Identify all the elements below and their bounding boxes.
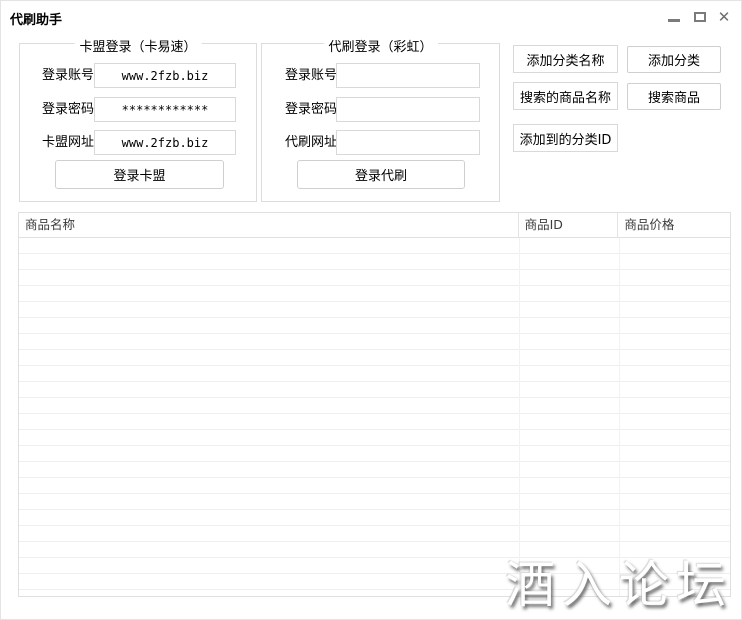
kamen-group-title: 卡盟登录（卡易速） bbox=[74, 36, 201, 55]
table-header: 商品名称 商品ID 商品价格 bbox=[19, 213, 730, 238]
daishua-password-label: 登录密码 bbox=[285, 97, 337, 122]
column-header-product-name[interactable]: 商品名称 bbox=[19, 213, 518, 237]
column-divider bbox=[619, 238, 620, 596]
add-category-name-input[interactable] bbox=[513, 45, 618, 73]
search-product-name-input[interactable] bbox=[513, 82, 618, 110]
daishua-url-label: 代刷网址 bbox=[285, 130, 337, 155]
table-row bbox=[19, 558, 730, 574]
table-row bbox=[19, 398, 730, 414]
daishua-url-input[interactable] bbox=[336, 130, 480, 155]
daishua-account-input[interactable] bbox=[336, 63, 480, 88]
maximize-button[interactable] bbox=[691, 7, 709, 27]
kamen-login-group: 卡盟登录（卡易速） 登录账号 登录密码 卡盟网址 登录卡盟 bbox=[19, 43, 257, 202]
table-row bbox=[19, 446, 730, 462]
table-row bbox=[19, 462, 730, 478]
kamen-account-input[interactable] bbox=[94, 63, 236, 88]
table-row bbox=[19, 334, 730, 350]
minimize-button[interactable] bbox=[665, 7, 683, 27]
table-row bbox=[19, 350, 730, 366]
table-row bbox=[19, 478, 730, 494]
table-row bbox=[19, 526, 730, 542]
table-row bbox=[19, 270, 730, 286]
daishua-login-group: 代刷登录（彩虹） 登录账号 登录密码 代刷网址 登录代刷 bbox=[261, 43, 500, 202]
column-header-product-id[interactable]: 商品ID bbox=[518, 213, 618, 237]
add-category-button[interactable]: 添加分类 bbox=[627, 46, 721, 73]
table-body[interactable] bbox=[19, 238, 730, 596]
table-row bbox=[19, 302, 730, 318]
table-row bbox=[19, 542, 730, 558]
product-table: 商品名称 商品ID 商品价格 bbox=[18, 212, 731, 597]
column-divider bbox=[519, 238, 520, 596]
close-icon: ✕ bbox=[718, 10, 731, 25]
table-row bbox=[19, 590, 730, 596]
kamen-password-input[interactable] bbox=[94, 97, 236, 122]
maximize-icon bbox=[694, 12, 706, 22]
table-row bbox=[19, 366, 730, 382]
table-row bbox=[19, 286, 730, 302]
table-row bbox=[19, 510, 730, 526]
window-title: 代刷助手 bbox=[10, 9, 62, 28]
daishua-login-button[interactable]: 登录代刷 bbox=[297, 160, 465, 189]
table-row bbox=[19, 238, 730, 254]
table-row bbox=[19, 382, 730, 398]
app-window: 代刷助手 ✕ 卡盟登录（卡易速） 登录账号 登录密码 卡盟网址 登录卡盟 代刷登… bbox=[0, 0, 742, 620]
daishua-group-title: 代刷登录（彩虹） bbox=[323, 36, 437, 55]
add-to-category-id-input[interactable] bbox=[513, 124, 618, 152]
kamen-account-label: 登录账号 bbox=[42, 63, 94, 88]
close-button[interactable]: ✕ bbox=[715, 7, 733, 27]
table-row bbox=[19, 318, 730, 334]
kamen-login-button[interactable]: 登录卡盟 bbox=[55, 160, 224, 189]
minimize-icon bbox=[668, 19, 680, 22]
daishua-password-input[interactable] bbox=[336, 97, 480, 122]
search-product-button[interactable]: 搜索商品 bbox=[627, 83, 721, 110]
daishua-account-label: 登录账号 bbox=[285, 63, 337, 88]
table-row bbox=[19, 574, 730, 590]
table-row bbox=[19, 430, 730, 446]
kamen-url-label: 卡盟网址 bbox=[42, 130, 94, 155]
kamen-password-label: 登录密码 bbox=[42, 97, 94, 122]
table-row bbox=[19, 414, 730, 430]
table-row bbox=[19, 494, 730, 510]
column-header-product-price[interactable]: 商品价格 bbox=[617, 213, 730, 237]
kamen-url-input[interactable] bbox=[94, 130, 236, 155]
table-row bbox=[19, 254, 730, 270]
